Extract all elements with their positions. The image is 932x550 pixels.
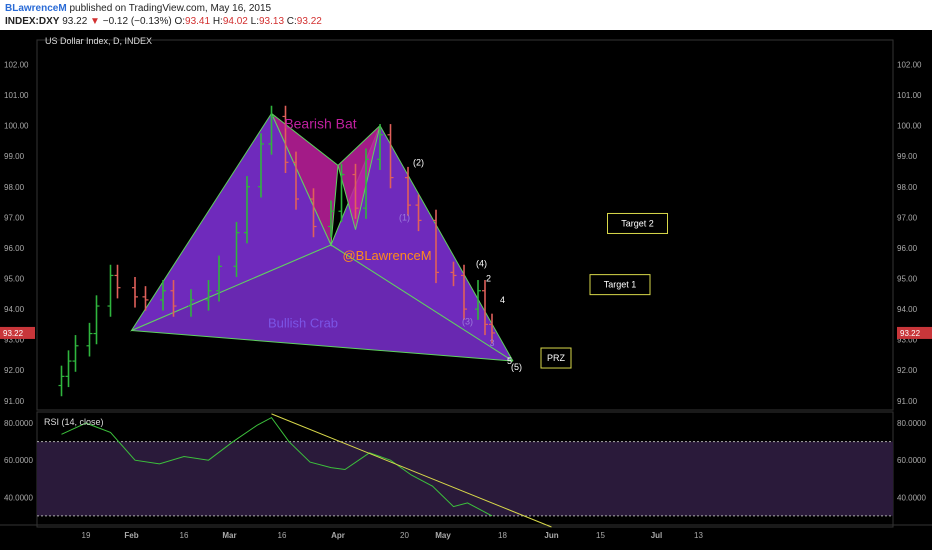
date-tick: 20 <box>400 531 409 540</box>
symbol-label: INDEX:DXY <box>5 16 60 27</box>
price-tick-left: 96.00 <box>4 244 25 253</box>
price-tick-left: 98.00 <box>4 183 25 192</box>
date-tick: Mar <box>222 531 236 540</box>
price-tick-right: 96.00 <box>897 244 918 253</box>
price-tick-left: 100.00 <box>4 122 29 131</box>
published-text: published on TradingView.com, May 16, 20… <box>69 3 272 14</box>
close-label: C: <box>286 16 297 27</box>
price-tick-left: 97.00 <box>4 213 25 222</box>
bearish-bat-label: Bearish Bat <box>284 116 356 132</box>
rsi-title: RSI (14, close) <box>44 417 104 427</box>
handle-label: @BLawrenceM <box>342 248 431 263</box>
publisher-line: BLawrenceM published on TradingView.com,… <box>5 3 271 14</box>
price-tick-left: 94.00 <box>4 305 25 314</box>
rsi-tick-left: 60.0000 <box>4 456 33 465</box>
rsi-tick-left: 40.0000 <box>4 493 33 502</box>
price-tick-right: 102.00 <box>897 60 922 69</box>
date-tick: May <box>435 531 451 540</box>
count-5-label: 5 <box>507 356 512 366</box>
price-tick-right: 95.00 <box>897 275 918 284</box>
open-label: O: <box>174 16 186 27</box>
change-value: −0.12 (−0.13%) <box>102 16 172 27</box>
wave-1-label: (1) <box>399 212 410 222</box>
publisher-header: BLawrenceM published on TradingView.com,… <box>0 0 932 30</box>
price-tick-right: 100.00 <box>897 122 922 131</box>
chart-area[interactable]: 102.00 102.00 101.00 101.00 100.00 100.00 99.0… <box>0 30 932 550</box>
wave-3-label: (3) <box>462 316 473 326</box>
price-tick-right: 94.00 <box>897 305 918 314</box>
change-arrow-icon: ▼ <box>90 16 100 27</box>
low-label: L: <box>250 16 259 27</box>
rsi-tick-left: 80.0000 <box>4 419 33 428</box>
last-price: 93.22 <box>62 16 88 27</box>
price-tick-right: 98.00 <box>897 183 918 192</box>
wave-4-label: (4) <box>476 258 487 268</box>
date-tick: Apr <box>331 531 345 540</box>
date-tick: Jul <box>651 531 663 540</box>
price-tick-left: 95.00 <box>4 275 25 284</box>
low-value: 93.13 <box>258 16 285 27</box>
wave-5-label: (5) <box>511 362 522 372</box>
wave-2-label: (2) <box>413 157 424 167</box>
chart-title: US Dollar Index, D, INDEX <box>45 36 152 46</box>
date-tick: 16 <box>180 531 189 540</box>
rsi-tick-right: 60.0000 <box>897 456 926 465</box>
close-value: 93.22 <box>296 16 322 27</box>
price-tag-left: 93.22 <box>3 329 24 338</box>
high-value: 94.02 <box>222 16 248 27</box>
rsi-band <box>37 441 893 516</box>
price-tick-left: 102.00 <box>4 60 29 69</box>
count-2-label: 2 <box>486 274 491 284</box>
price-tick-right: 101.00 <box>897 91 922 100</box>
price-tick-right: 99.00 <box>897 152 918 161</box>
rsi-tick-right: 40.0000 <box>897 493 926 502</box>
price-tick-left: 99.00 <box>4 152 25 161</box>
price-tick-right: 92.00 <box>897 366 918 375</box>
price-tick-right: 97.00 <box>897 213 918 222</box>
date-tick: 19 <box>82 531 91 540</box>
author-link[interactable]: BLawrenceM <box>5 3 67 14</box>
count-4-label: 4 <box>500 295 505 305</box>
bullish-crab-label: Bullish Crab <box>268 315 338 330</box>
date-tick: 16 <box>278 531 287 540</box>
price-tag-right: 93.22 <box>900 329 921 338</box>
count-3-label: 3 <box>489 338 494 348</box>
date-tick: 15 <box>596 531 605 540</box>
target-2-label: Target 2 <box>621 218 654 228</box>
price-tick-left: 101.00 <box>4 91 29 100</box>
quote-line: INDEX:DXY 93.22 ▼ −0.12 (−0.13%) O:93.41… <box>5 16 322 27</box>
price-tick-left: 92.00 <box>4 366 25 375</box>
date-tick: Jun <box>544 531 558 540</box>
prz-label: PRZ <box>547 353 566 363</box>
rsi-tick-right: 80.0000 <box>897 419 926 428</box>
date-tick: Feb <box>124 531 138 540</box>
high-label: H: <box>212 16 223 27</box>
price-tick-left: 91.00 <box>4 397 25 406</box>
open-value: 93.41 <box>185 16 211 27</box>
price-tick-right: 91.00 <box>897 397 918 406</box>
target-1-label: Target 1 <box>604 280 637 290</box>
date-tick: 13 <box>694 531 703 540</box>
date-tick: 18 <box>498 531 507 540</box>
